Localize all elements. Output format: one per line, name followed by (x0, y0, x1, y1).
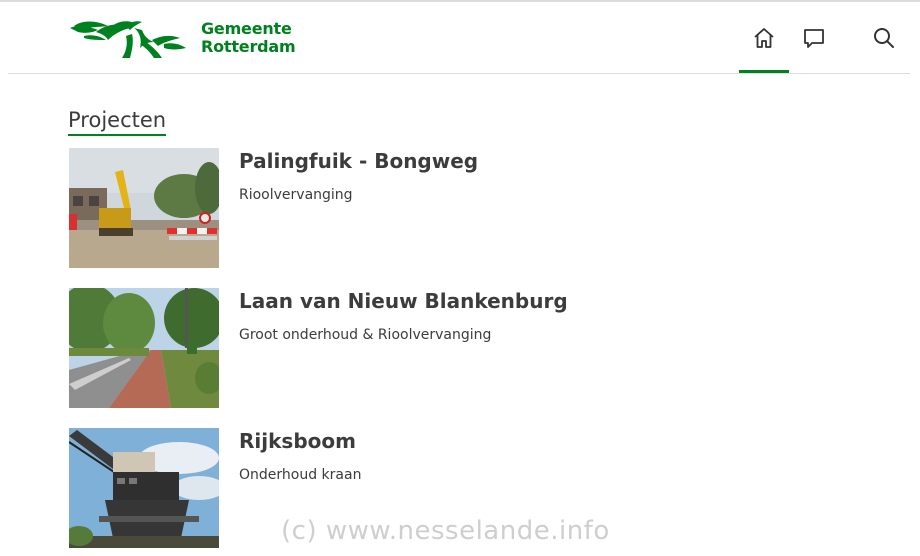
project-subtitle: Onderhoud kraan (239, 467, 362, 483)
project-item[interactable]: Laan van Nieuw Blankenburg Groot onderho… (69, 288, 829, 408)
search-icon (874, 28, 894, 48)
project-subtitle: Groot onderhoud & Rioolvervanging (239, 327, 492, 343)
logo-wordmark: Gemeente Rotterdam (201, 19, 296, 56)
project-thumbnail (69, 288, 219, 408)
harbour-crane-photo (69, 428, 219, 548)
project-title[interactable]: Palingfuik - Bongweg (239, 149, 478, 173)
nav-messages-button[interactable] (789, 16, 839, 62)
section-title-projecten: Projecten (68, 108, 167, 136)
project-subtitle: Rioolvervanging (239, 187, 353, 203)
project-item[interactable]: Palingfuik - Bongweg Rioolvervanging (69, 148, 829, 268)
rotterdam-lions-logo-icon (70, 21, 186, 58)
construction-site-photo (69, 148, 219, 268)
header-divider (8, 73, 910, 74)
project-title[interactable]: Laan van Nieuw Blankenburg (239, 289, 568, 313)
logo-line-gemeente: Gemeente (201, 19, 292, 38)
nav-search-button[interactable] (859, 16, 909, 62)
project-title[interactable]: Rijksboom (239, 429, 356, 453)
project-thumbnail (69, 428, 219, 548)
tree-lined-road-photo (69, 288, 219, 408)
home-icon (754, 28, 774, 48)
gemeente-rotterdam-logo[interactable]: Gemeente Rotterdam (68, 18, 298, 62)
project-thumbnail (69, 148, 219, 268)
watermark-text: (c) www.nesselande.info (281, 516, 610, 546)
nav-home-button[interactable] (739, 16, 789, 62)
chat-icon (804, 29, 824, 48)
site-header: Gemeente Rotterdam (0, 2, 920, 74)
logo-line-rotterdam: Rotterdam (201, 37, 296, 56)
